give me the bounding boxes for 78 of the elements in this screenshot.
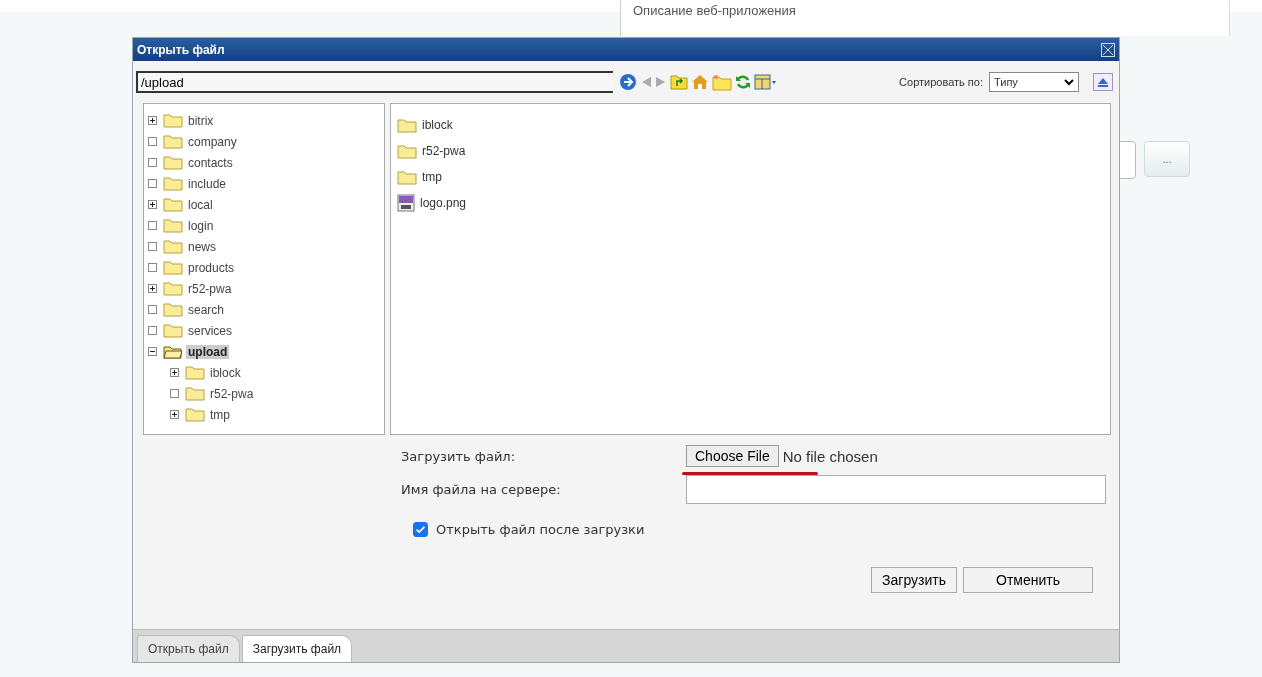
folder-icon	[163, 323, 183, 338]
dialog-title: Открыть файл	[137, 42, 225, 57]
description-label: Описание веб-приложения	[620, 0, 1230, 36]
folder-icon	[163, 260, 183, 275]
tree-square-icon	[148, 305, 157, 314]
file-item[interactable]: tmp	[422, 170, 442, 184]
tree-square-icon	[148, 326, 157, 335]
folder-icon	[163, 281, 183, 296]
browse-button[interactable]: ...	[1144, 141, 1190, 177]
sort-label: Сортировать по:	[899, 76, 983, 88]
folder-icon	[163, 113, 183, 128]
chevron-icon	[1064, 78, 1074, 86]
folder-icon	[185, 365, 205, 380]
expand-toggle[interactable]	[148, 116, 157, 125]
file-item[interactable]: iblock	[422, 118, 453, 132]
server-name-field[interactable]	[686, 475, 1106, 504]
folder-icon	[397, 169, 417, 185]
tree-item[interactable]: bitrix	[186, 113, 216, 128]
tree-item[interactable]: r52-pwa	[186, 281, 234, 296]
folder-icon	[163, 218, 183, 233]
tree-square-icon	[148, 242, 157, 251]
file-item[interactable]: logo.png	[420, 196, 467, 210]
upload-file-label: Загрузить файл:	[401, 448, 517, 464]
folder-icon	[163, 302, 183, 317]
folder-icon	[163, 344, 183, 359]
tree-item[interactable]: r52-pwa	[208, 386, 256, 401]
folder-up-icon[interactable]	[670, 74, 688, 90]
tab[interactable]: Открыть файл	[137, 635, 240, 662]
tree-item[interactable]: services	[186, 323, 234, 338]
tree-item[interactable]: search	[186, 302, 227, 317]
tree-item[interactable]: contacts	[186, 155, 235, 170]
dialog-button[interactable]: Загрузить	[871, 567, 957, 593]
refresh-icon[interactable]	[735, 74, 751, 90]
tree-square-icon	[148, 158, 157, 167]
tree-item[interactable]: include	[186, 176, 229, 191]
collapse-icon[interactable]	[1093, 73, 1113, 91]
folder-icon	[185, 407, 205, 422]
folder-icon	[163, 155, 183, 170]
expand-toggle[interactable]	[148, 200, 157, 209]
file-item[interactable]: r52-pwa	[422, 144, 466, 158]
folder-icon	[163, 176, 183, 191]
tree-item[interactable]: login	[186, 218, 216, 233]
folder-icon	[163, 134, 183, 149]
go-icon[interactable]	[619, 73, 637, 91]
tree-square-icon	[148, 263, 157, 272]
view-mode-icon[interactable]	[754, 74, 776, 90]
expand-toggle[interactable]	[170, 410, 179, 419]
tree-square-icon	[148, 221, 157, 230]
tree-item[interactable]: iblock	[208, 365, 243, 380]
folder-icon	[397, 117, 417, 133]
folder-icon	[163, 197, 183, 212]
sort-dropdown[interactable]: Типу	[989, 72, 1079, 92]
expand-toggle[interactable]	[148, 284, 157, 293]
folder-icon	[185, 386, 205, 401]
expand-toggle[interactable]	[170, 368, 179, 377]
folder-icon	[163, 239, 183, 254]
tree-item[interactable]: news	[186, 239, 218, 254]
home-icon[interactable]	[691, 74, 709, 90]
path-field[interactable]: /upload	[136, 71, 613, 93]
choose-file-button[interactable]: Choose File	[686, 445, 779, 467]
tree-square-icon	[148, 137, 157, 146]
dialog-button[interactable]: Отменить	[963, 567, 1093, 593]
tree-item[interactable]: products	[186, 260, 237, 275]
tab[interactable]: Загрузить файл	[241, 635, 353, 662]
tree-item[interactable]: tmp	[208, 407, 232, 422]
folder-icon	[397, 143, 417, 159]
tree-item[interactable]: company	[186, 134, 239, 149]
image-file-icon	[397, 194, 415, 212]
tree-square-icon	[148, 179, 157, 188]
tree-item[interactable]: local	[186, 197, 215, 212]
collapse-toggle[interactable]	[148, 347, 157, 356]
checkbox[interactable]	[413, 522, 428, 537]
checkbox-label: Открыть файл после загрузки	[436, 522, 645, 537]
close-icon[interactable]	[1101, 42, 1115, 57]
file-status: No file chosen	[782, 447, 878, 465]
tree-item[interactable]: upload	[186, 344, 230, 359]
tree-square-icon	[170, 389, 179, 398]
server-name-label: Имя файла на сервере:	[401, 482, 562, 497]
